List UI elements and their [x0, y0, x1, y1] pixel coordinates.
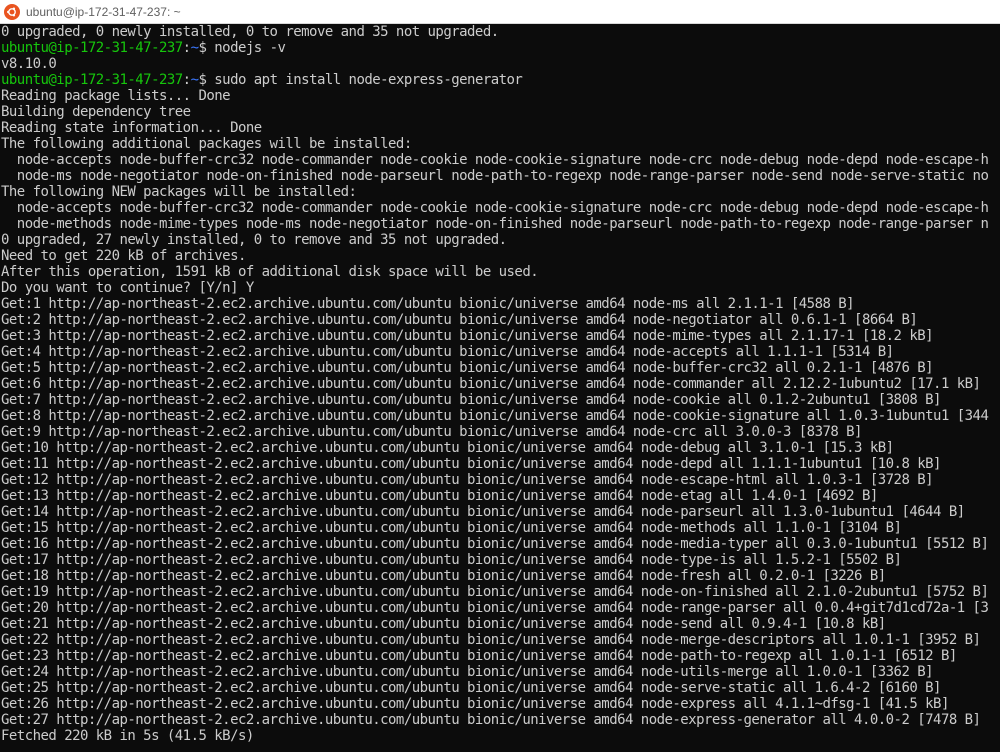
output-line: Get:10 http://ap-northeast-2.ec2.archive… — [1, 440, 894, 456]
output-line: Get:7 http://ap-northeast-2.ec2.archive.… — [1, 392, 941, 408]
output-line: 0 upgraded, 27 newly installed, 0 to rem… — [1, 232, 507, 248]
output-line: Get:2 http://ap-northeast-2.ec2.archive.… — [1, 312, 918, 328]
output-line: Get:3 http://ap-northeast-2.ec2.archive.… — [1, 328, 934, 344]
output-line: v8.10.0 — [1, 56, 57, 72]
output-line: Get:12 http://ap-northeast-2.ec2.archive… — [1, 472, 934, 488]
output-line: Get:14 http://ap-northeast-2.ec2.archive… — [1, 504, 965, 520]
output-line: After this operation, 1591 kB of additio… — [1, 264, 539, 280]
output-line: Fetched 220 kB in 5s (41.5 kB/s) — [1, 728, 254, 744]
output-line: Do you want to continue? [Y/n] Y — [1, 280, 254, 296]
output-line: Get:17 http://ap-northeast-2.ec2.archive… — [1, 552, 902, 568]
command-text: $ sudo apt install node-express-generato… — [198, 72, 523, 88]
terminal-window: ubuntu@ip-172-31-47-237: ~ 0 upgraded, 0… — [0, 0, 1000, 752]
prompt-line: ubuntu@ip-172-31-47-237:~$ sudo apt inst… — [1, 72, 1000, 88]
output-line: Need to get 220 kB of archives. — [1, 248, 246, 264]
output-line: Get:19 http://ap-northeast-2.ec2.archive… — [1, 584, 989, 600]
ubuntu-logo-icon — [4, 3, 20, 20]
output-line: Get:5 http://ap-northeast-2.ec2.archive.… — [1, 360, 934, 376]
output-line: The following additional packages will b… — [1, 136, 412, 152]
prompt-separator: : — [182, 40, 191, 56]
output-line: Get:1 http://ap-northeast-2.ec2.archive.… — [1, 296, 855, 312]
output-line: Get:15 http://ap-northeast-2.ec2.archive… — [1, 520, 902, 536]
output-line: Get:26 http://ap-northeast-2.ec2.archive… — [1, 696, 949, 712]
output-line: node-accepts node-buffer-crc32 node-comm… — [1, 152, 989, 168]
prompt-separator: : — [182, 72, 191, 88]
output-line: 0 upgraded, 0 newly installed, 0 to remo… — [1, 24, 499, 40]
output-line: Get:4 http://ap-northeast-2.ec2.archive.… — [1, 344, 894, 360]
output-line: Get:25 http://ap-northeast-2.ec2.archive… — [1, 680, 941, 696]
output-line: Building dependency tree — [1, 104, 191, 120]
output-line: Get:18 http://ap-northeast-2.ec2.archive… — [1, 568, 886, 584]
output-line: The following NEW packages will be insta… — [1, 184, 357, 200]
output-line: Get:21 http://ap-northeast-2.ec2.archive… — [1, 616, 886, 632]
output-line: Get:20 http://ap-northeast-2.ec2.archive… — [1, 600, 989, 616]
output-line: node-ms node-negotiator node-on-finished… — [1, 168, 989, 184]
output-line: Get:23 http://ap-northeast-2.ec2.archive… — [1, 648, 957, 664]
prompt-line: ubuntu@ip-172-31-47-237:~$ nodejs -v — [1, 40, 1000, 56]
prompt-user: ubuntu@ip-172-31-47-237 — [1, 40, 183, 56]
output-line: Reading package lists... Done — [1, 88, 231, 104]
output-line: Get:9 http://ap-northeast-2.ec2.archive.… — [1, 424, 862, 440]
output-line: Get:8 http://ap-northeast-2.ec2.archive.… — [1, 408, 989, 424]
title-bar[interactable]: ubuntu@ip-172-31-47-237: ~ — [0, 0, 1000, 24]
output-line: Get:22 http://ap-northeast-2.ec2.archive… — [1, 632, 981, 648]
output-line: node-accepts node-buffer-crc32 node-comm… — [1, 200, 989, 216]
output-line: Get:24 http://ap-northeast-2.ec2.archive… — [1, 664, 934, 680]
output-line: Reading state information... Done — [1, 120, 262, 136]
output-line: Get:16 http://ap-northeast-2.ec2.archive… — [1, 536, 989, 552]
terminal-output[interactable]: 0 upgraded, 0 newly installed, 0 to remo… — [0, 24, 1000, 752]
output-line: node-methods node-mime-types node-ms nod… — [1, 216, 989, 232]
command-text: $ nodejs -v — [198, 40, 286, 56]
window-title: ubuntu@ip-172-31-47-237: ~ — [26, 4, 181, 19]
prompt-user: ubuntu@ip-172-31-47-237 — [1, 72, 183, 88]
output-line: Get:6 http://ap-northeast-2.ec2.archive.… — [1, 376, 981, 392]
output-line: Get:13 http://ap-northeast-2.ec2.archive… — [1, 488, 878, 504]
output-line: Get:27 http://ap-northeast-2.ec2.archive… — [1, 712, 981, 728]
output-line: Get:11 http://ap-northeast-2.ec2.archive… — [1, 456, 941, 472]
